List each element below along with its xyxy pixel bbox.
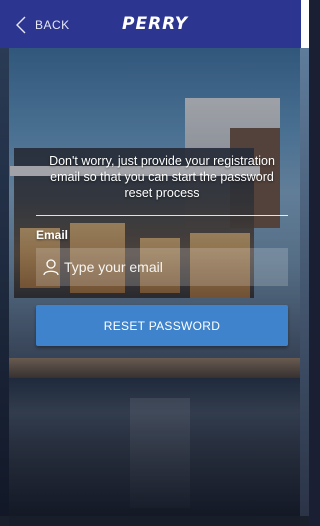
email-input[interactable] [64,252,264,282]
frame-right-edge [300,48,309,526]
chevron-left-icon [16,15,30,35]
scene-dim-overlay [9,48,300,526]
divider [36,215,288,216]
email-field[interactable] [36,248,288,286]
back-button-label: BACK [35,18,70,32]
header-right-edge [301,0,309,48]
reset-password-screen: BACK PERRY Don't worry, just provide you… [0,0,309,526]
top-navigation-bar: BACK PERRY [0,0,309,48]
reset-instruction-text: Don't worry, just provide your registrat… [49,154,275,200]
back-button[interactable]: BACK [16,14,70,36]
email-label: Email [36,228,69,242]
user-icon [42,258,60,276]
logo-text: PERRY [122,14,189,34]
reset-password-button[interactable]: RESET PASSWORD [36,305,288,346]
frame-left-edge [0,48,9,526]
perry-logo: PERRY [122,14,202,34]
